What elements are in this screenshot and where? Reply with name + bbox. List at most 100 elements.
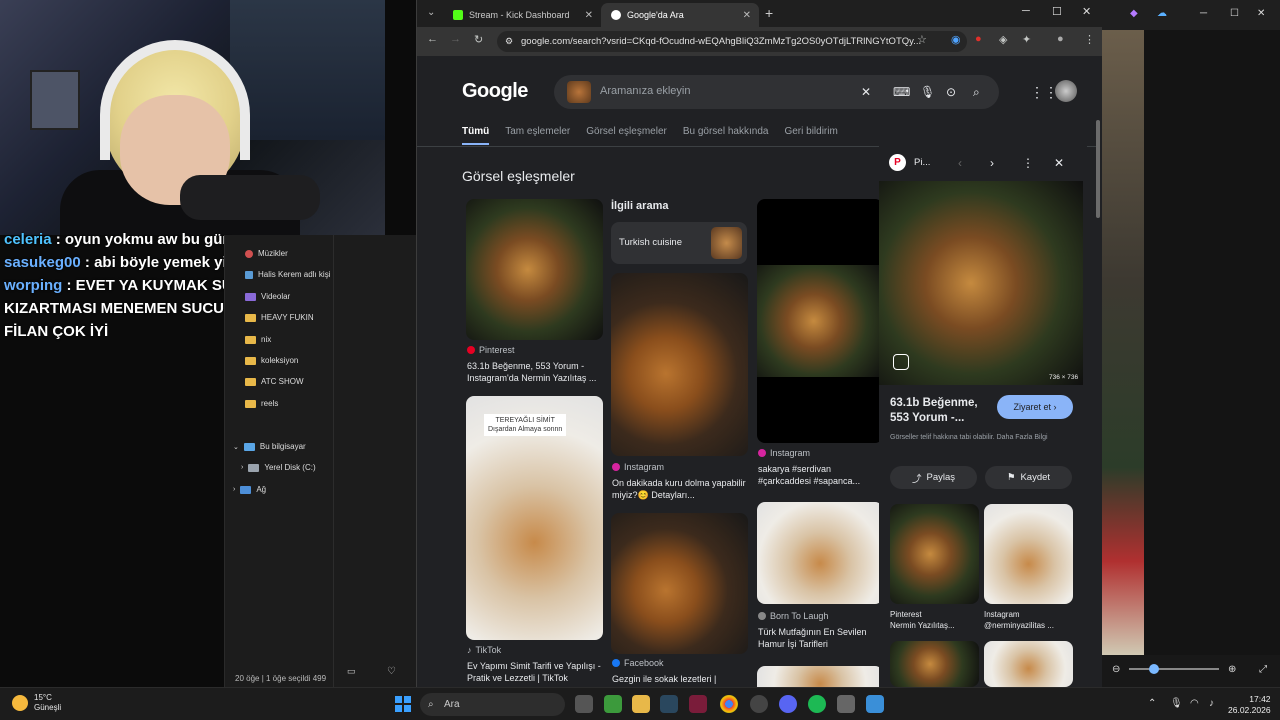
microphone-icon[interactable]: 🎙	[920, 85, 935, 99]
google-logo[interactable]: Google	[462, 80, 528, 103]
panel-source[interactable]: P Pi...	[889, 154, 930, 171]
bookmark-star-icon[interactable]: ☆	[917, 33, 927, 46]
microphone-icon[interactable]: 🎙	[1170, 698, 1183, 709]
close-icon[interactable]: ✕	[743, 10, 751, 21]
app-icon[interactable]	[866, 695, 884, 713]
reload-icon[interactable]: ↻	[474, 33, 483, 46]
tab-about-image[interactable]: Bu görsel hakkında	[683, 126, 769, 145]
related-image[interactable]	[890, 641, 979, 687]
menu-kebab-icon[interactable]: ⋮	[1084, 33, 1095, 46]
new-tab-icon[interactable]: +	[765, 5, 773, 21]
page-scrollbar[interactable]	[1095, 60, 1101, 680]
related-image[interactable]	[984, 504, 1073, 604]
related-source[interactable]: Pinterest Nermin Yazılıtaş...	[890, 609, 955, 631]
result-caption[interactable]: Ev Yapımı Simit Tarifi ve Yapılışı - Pra…	[467, 660, 605, 684]
maximize-icon[interactable]: ☐	[1052, 5, 1062, 18]
related-image[interactable]	[890, 504, 979, 604]
result-caption[interactable]: 63.1b Beğenme, 553 Yorum - Instagram'da …	[467, 360, 605, 384]
task-view-icon[interactable]	[575, 695, 593, 713]
result-image[interactable]	[757, 666, 883, 687]
forward-icon[interactable]: →	[450, 33, 461, 45]
result-image[interactable]	[757, 502, 883, 604]
chevron-right-icon[interactable]: ›	[990, 156, 994, 170]
explorer-item[interactable]: Videolar	[245, 292, 290, 301]
minimize-icon[interactable]: ─	[1022, 5, 1030, 17]
details-view-icon[interactable]: ▭	[347, 666, 356, 677]
explorer-item[interactable]: › Yerel Disk (C:)	[241, 463, 316, 472]
result-image[interactable]	[611, 513, 748, 654]
clear-icon[interactable]: ✕	[861, 85, 871, 99]
tab-exact-matches[interactable]: Tam eşlemeler	[505, 126, 570, 145]
tab-kick-dashboard[interactable]: Stream - Kick Dashboard ✕	[443, 3, 601, 27]
profile-icon[interactable]: ●	[1057, 33, 1064, 45]
share-button[interactable]: ⤴ Paylaş	[890, 466, 977, 489]
zoom-in-icon[interactable]: ⊕	[1228, 664, 1236, 675]
tab-feedback[interactable]: Geri bildirim	[784, 126, 837, 145]
panel-title[interactable]: 63.1b Beğenme, 553 Yorum -...	[890, 396, 985, 426]
extension-icon[interactable]: ●	[975, 33, 982, 45]
related-source[interactable]: Instagram @nerminyazilitas ...	[984, 609, 1054, 631]
search-input[interactable]: Aramanıza ekleyin	[600, 85, 691, 97]
puzzle-icon[interactable]: ✦	[1022, 33, 1031, 46]
result-caption[interactable]: Türk Mutfağının En Sevilen Hamur İşi Tar…	[758, 626, 882, 650]
result-image[interactable]: TEREYAĞLI SİMİT Dışardan Almaya sonnn	[466, 396, 603, 640]
more-options-icon[interactable]: ⋮	[1022, 156, 1034, 170]
zoom-slider[interactable]: ⊖ ⊕ ⤢	[1112, 664, 1272, 675]
result-caption[interactable]: sakarya #serdivan #çarkcaddesi #sapanca.…	[758, 463, 882, 487]
start-button[interactable]	[395, 696, 411, 712]
chevron-up-icon[interactable]: ⌃	[1148, 698, 1156, 709]
back-icon[interactable]: ←	[427, 33, 438, 45]
close-icon[interactable]: ✕	[585, 10, 593, 21]
explorer-item[interactable]: ATC SHOW	[245, 377, 304, 386]
query-image-thumbnail[interactable]	[567, 81, 591, 103]
volume-icon[interactable]: ♪	[1209, 698, 1214, 709]
explorer-item[interactable]: › Ağ	[233, 485, 266, 494]
result-image[interactable]	[611, 273, 748, 456]
maximize-icon[interactable]: ☐	[1230, 8, 1239, 19]
tab-all[interactable]: Tümü	[462, 126, 490, 145]
zoom-track[interactable]	[1129, 664, 1220, 675]
heart-icon[interactable]: ♡	[387, 666, 396, 677]
zoom-thumb[interactable]	[1149, 664, 1160, 675]
close-icon[interactable]: ✕	[1054, 156, 1064, 170]
explorer-item[interactable]: Halis Kerem adlı kişi	[245, 270, 330, 279]
address-bar[interactable]: ⚙ google.com/search?vsrid=CKqd-fOcudnd-wE…	[497, 31, 967, 52]
discord-icon[interactable]	[779, 695, 797, 713]
tab-google-search[interactable]: Google'da Ara ✕	[601, 3, 759, 27]
minecraft-icon[interactable]	[604, 695, 622, 713]
lens-icon[interactable]: ⊙	[946, 85, 956, 99]
account-avatar[interactable]	[1055, 80, 1077, 102]
lens-icon[interactable]	[893, 354, 909, 370]
tab-visual-matches[interactable]: Görsel eşleşmeler	[586, 126, 667, 145]
explorer-item[interactable]: koleksiyon	[245, 356, 298, 365]
visit-button[interactable]: Ziyaret et ›	[997, 395, 1073, 419]
explorer-item[interactable]: reels	[245, 399, 278, 408]
search-box[interactable]: Aramanıza ekleyin ✕ ⌨ 🎙 ⊙ ⌕	[554, 75, 999, 109]
close-window-icon[interactable]: ✕	[1082, 5, 1091, 18]
keyboard-icon[interactable]: ⌨	[893, 85, 910, 99]
scroll-thumb[interactable]	[1096, 120, 1100, 218]
related-search-chip[interactable]: Turkish cuisine	[611, 222, 747, 264]
result-caption[interactable]: Gezgin ile sokak lezetleri |	[612, 673, 750, 685]
result-caption[interactable]: On dakikada kuru dolma yapabilir miyiz?😊…	[612, 477, 750, 501]
site-info-icon[interactable]: ⚙	[505, 31, 513, 52]
close-window-icon[interactable]: ✕	[1257, 8, 1265, 19]
zoom-out-icon[interactable]: ⊖	[1112, 664, 1120, 675]
app-icon[interactable]	[837, 695, 855, 713]
steam-icon[interactable]	[660, 695, 678, 713]
fullscreen-icon[interactable]: ⤢	[1259, 664, 1267, 675]
clock[interactable]: 17:42 26.02.2026	[1228, 694, 1271, 716]
result-image[interactable]	[757, 199, 883, 443]
related-image[interactable]	[984, 641, 1073, 687]
search-icon[interactable]: ⌕	[973, 85, 980, 100]
result-image[interactable]	[466, 199, 603, 340]
extension-icon[interactable]: ◉	[951, 33, 961, 46]
chevron-left-icon[interactable]: ‹	[958, 156, 962, 170]
app-icon[interactable]	[689, 695, 707, 713]
chevron-down-icon[interactable]: ⌄	[427, 7, 435, 18]
weather-widget[interactable]: 15°C Güneşli	[12, 693, 61, 713]
explorer-item[interactable]: ⌄ Bu bilgisayar	[233, 442, 306, 451]
save-button[interactable]: ⚑ Kaydet	[985, 466, 1072, 489]
explorer-item[interactable]: nix	[245, 335, 271, 344]
explorer-item[interactable]: HEAVY FUKIN	[245, 313, 314, 322]
